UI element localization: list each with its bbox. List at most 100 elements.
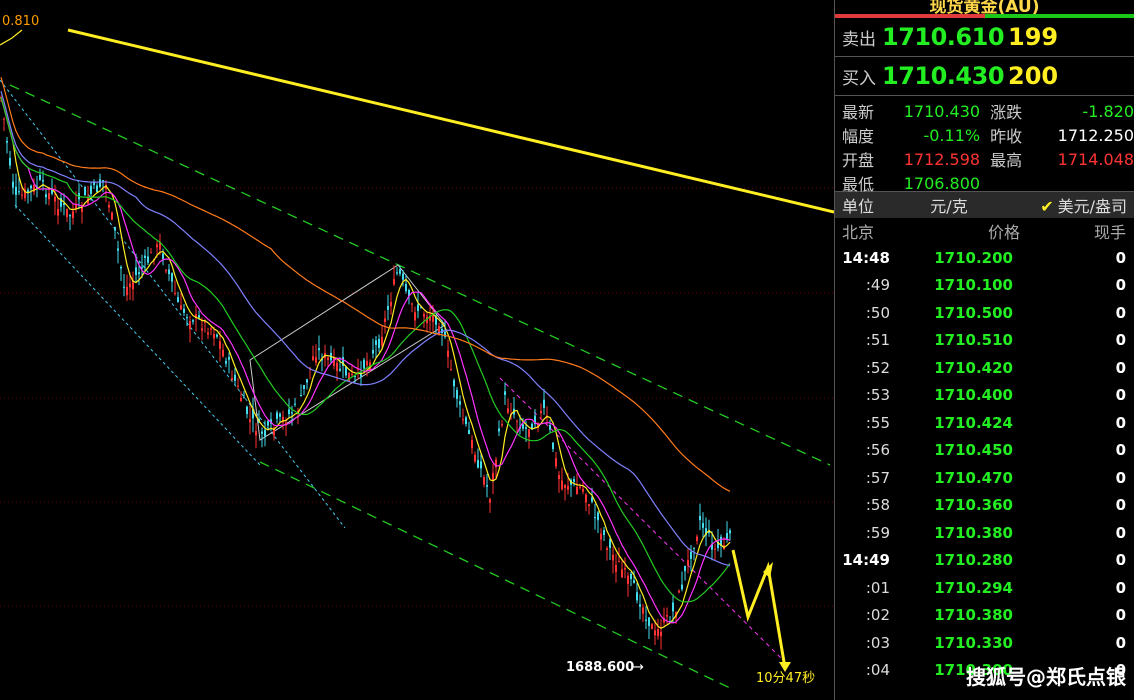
candle-body	[123, 286, 125, 288]
candle-body	[219, 341, 221, 349]
candle-body	[210, 328, 212, 330]
candle-body	[402, 273, 404, 280]
candle-body	[726, 533, 728, 539]
tick-qty: 0	[1115, 248, 1126, 267]
tick-row[interactable]: :02 1710.380 0	[835, 602, 1134, 630]
tick-price: 1710.450	[934, 441, 1013, 460]
candle-body	[198, 315, 200, 318]
tick-price: 1710.510	[934, 331, 1013, 350]
tick-time: 14:48	[842, 248, 890, 267]
tick-row[interactable]: 14:49 1710.280 0	[835, 547, 1134, 575]
candle-body	[645, 619, 647, 621]
candle-body	[243, 397, 245, 399]
tick-qty: 0	[1115, 441, 1126, 460]
buy-quote[interactable]: 买入 1710.430 200	[835, 57, 1134, 96]
candlestick-chart[interactable]: 0.810 1688.600 → 10分47秒	[0, 0, 834, 700]
candle-body	[477, 460, 479, 468]
candle-body	[414, 312, 416, 321]
candle-body	[147, 256, 149, 263]
tick-time: :49	[865, 276, 890, 295]
candle-body	[447, 350, 449, 357]
stat-value-2: 1714.048	[1057, 149, 1134, 169]
candle-body	[405, 283, 407, 292]
tick-row[interactable]: :51 1710.510 0	[835, 327, 1134, 355]
candle-body	[279, 413, 281, 417]
candle-body	[660, 631, 662, 637]
tick-qty: 0	[1115, 331, 1126, 350]
tick-time: 14:49	[842, 551, 890, 570]
candle-body	[579, 486, 581, 488]
tick-time: :02	[865, 606, 890, 625]
candle-body	[12, 181, 14, 188]
sell-quote[interactable]: 卖出 1710.610 199	[835, 18, 1134, 57]
unit-value[interactable]: 元/克	[904, 193, 994, 217]
candle-body	[306, 379, 308, 383]
tick-row[interactable]: :49 1710.100 0	[835, 272, 1134, 300]
dotted-support-line	[14, 204, 261, 466]
tick-qty: 0	[1115, 358, 1126, 377]
tick-table[interactable]: 14:48 1710.200 0:49 1710.100 0:50 1710.500 0 :5…	[835, 244, 1134, 684]
candle-body	[543, 399, 545, 408]
candle-body	[372, 349, 374, 354]
forecast-path	[731, 549, 787, 669]
candle-body	[600, 533, 602, 540]
candle-body	[111, 212, 113, 220]
candle-body	[288, 409, 290, 414]
candle-body	[3, 118, 5, 120]
ma-line	[0, 97, 731, 603]
candle-body	[90, 185, 92, 194]
candle-body	[384, 318, 386, 323]
tick-row[interactable]: :58 1710.360 0	[835, 492, 1134, 520]
candle-body	[474, 454, 476, 462]
candle-body	[66, 208, 68, 217]
tick-price: 1710.330	[934, 633, 1013, 652]
candle-body	[567, 485, 569, 490]
tick-time: :53	[865, 386, 890, 405]
candle-body	[9, 157, 11, 166]
candle-body	[585, 494, 587, 503]
buy-price: 1710.430	[882, 62, 1005, 90]
candle-body	[303, 385, 305, 389]
candle-body	[606, 548, 608, 551]
tick-time: :52	[865, 358, 890, 377]
unit-row[interactable]: 单位 元/克 ✔ 美元/盎司	[835, 192, 1134, 218]
tick-row[interactable]: :03 1710.330 0	[835, 629, 1134, 657]
tick-row[interactable]: :50 1710.500 0	[835, 299, 1134, 327]
long-trend-line	[67, 28, 834, 214]
stat-key-2: 最高	[990, 151, 1023, 170]
candle-body	[168, 269, 170, 275]
quote-panel: 现货黄金(AU) 卖出 1710.610 199 买入 1710.430 200…	[834, 0, 1134, 700]
candle-body	[522, 424, 524, 429]
tick-time: :55	[865, 413, 890, 432]
candle-body	[249, 419, 251, 423]
tick-row[interactable]: :59 1710.380 0	[835, 519, 1134, 547]
tick-qty: 0	[1115, 276, 1126, 295]
candle-body	[462, 419, 464, 421]
tick-row[interactable]: :01 1710.294 0	[835, 574, 1134, 602]
candle-body	[186, 317, 188, 319]
tick-row[interactable]: :57 1710.470 0	[835, 464, 1134, 492]
candle-body	[387, 306, 389, 310]
candle-body	[183, 308, 185, 313]
candle-body	[699, 515, 701, 521]
candle-body	[618, 561, 620, 563]
tick-row[interactable]: 14:48 1710.200 0	[835, 244, 1134, 272]
candle-body	[390, 301, 392, 307]
tick-row[interactable]: :55 1710.424 0	[835, 409, 1134, 437]
candle-body	[432, 315, 434, 322]
tick-row[interactable]: :53 1710.400 0	[835, 382, 1134, 410]
tick-table-header: 北京 价格 现手	[835, 218, 1134, 244]
candle-body	[39, 174, 41, 180]
tick-row[interactable]: :52 1710.420 0	[835, 354, 1134, 382]
candle-body	[696, 536, 698, 542]
candle-body	[552, 442, 554, 450]
candle-body	[555, 458, 557, 467]
candle-body	[597, 512, 599, 521]
unit-alt-option[interactable]: ✔ 美元/盎司	[1040, 193, 1134, 217]
countdown-timer: 10分47秒	[756, 671, 815, 686]
candle-body	[15, 186, 17, 195]
tick-row[interactable]: :56 1710.450 0	[835, 437, 1134, 465]
candle-body	[624, 568, 626, 570]
chart-gridlines	[0, 187, 834, 607]
tick-time: :59	[865, 523, 890, 542]
